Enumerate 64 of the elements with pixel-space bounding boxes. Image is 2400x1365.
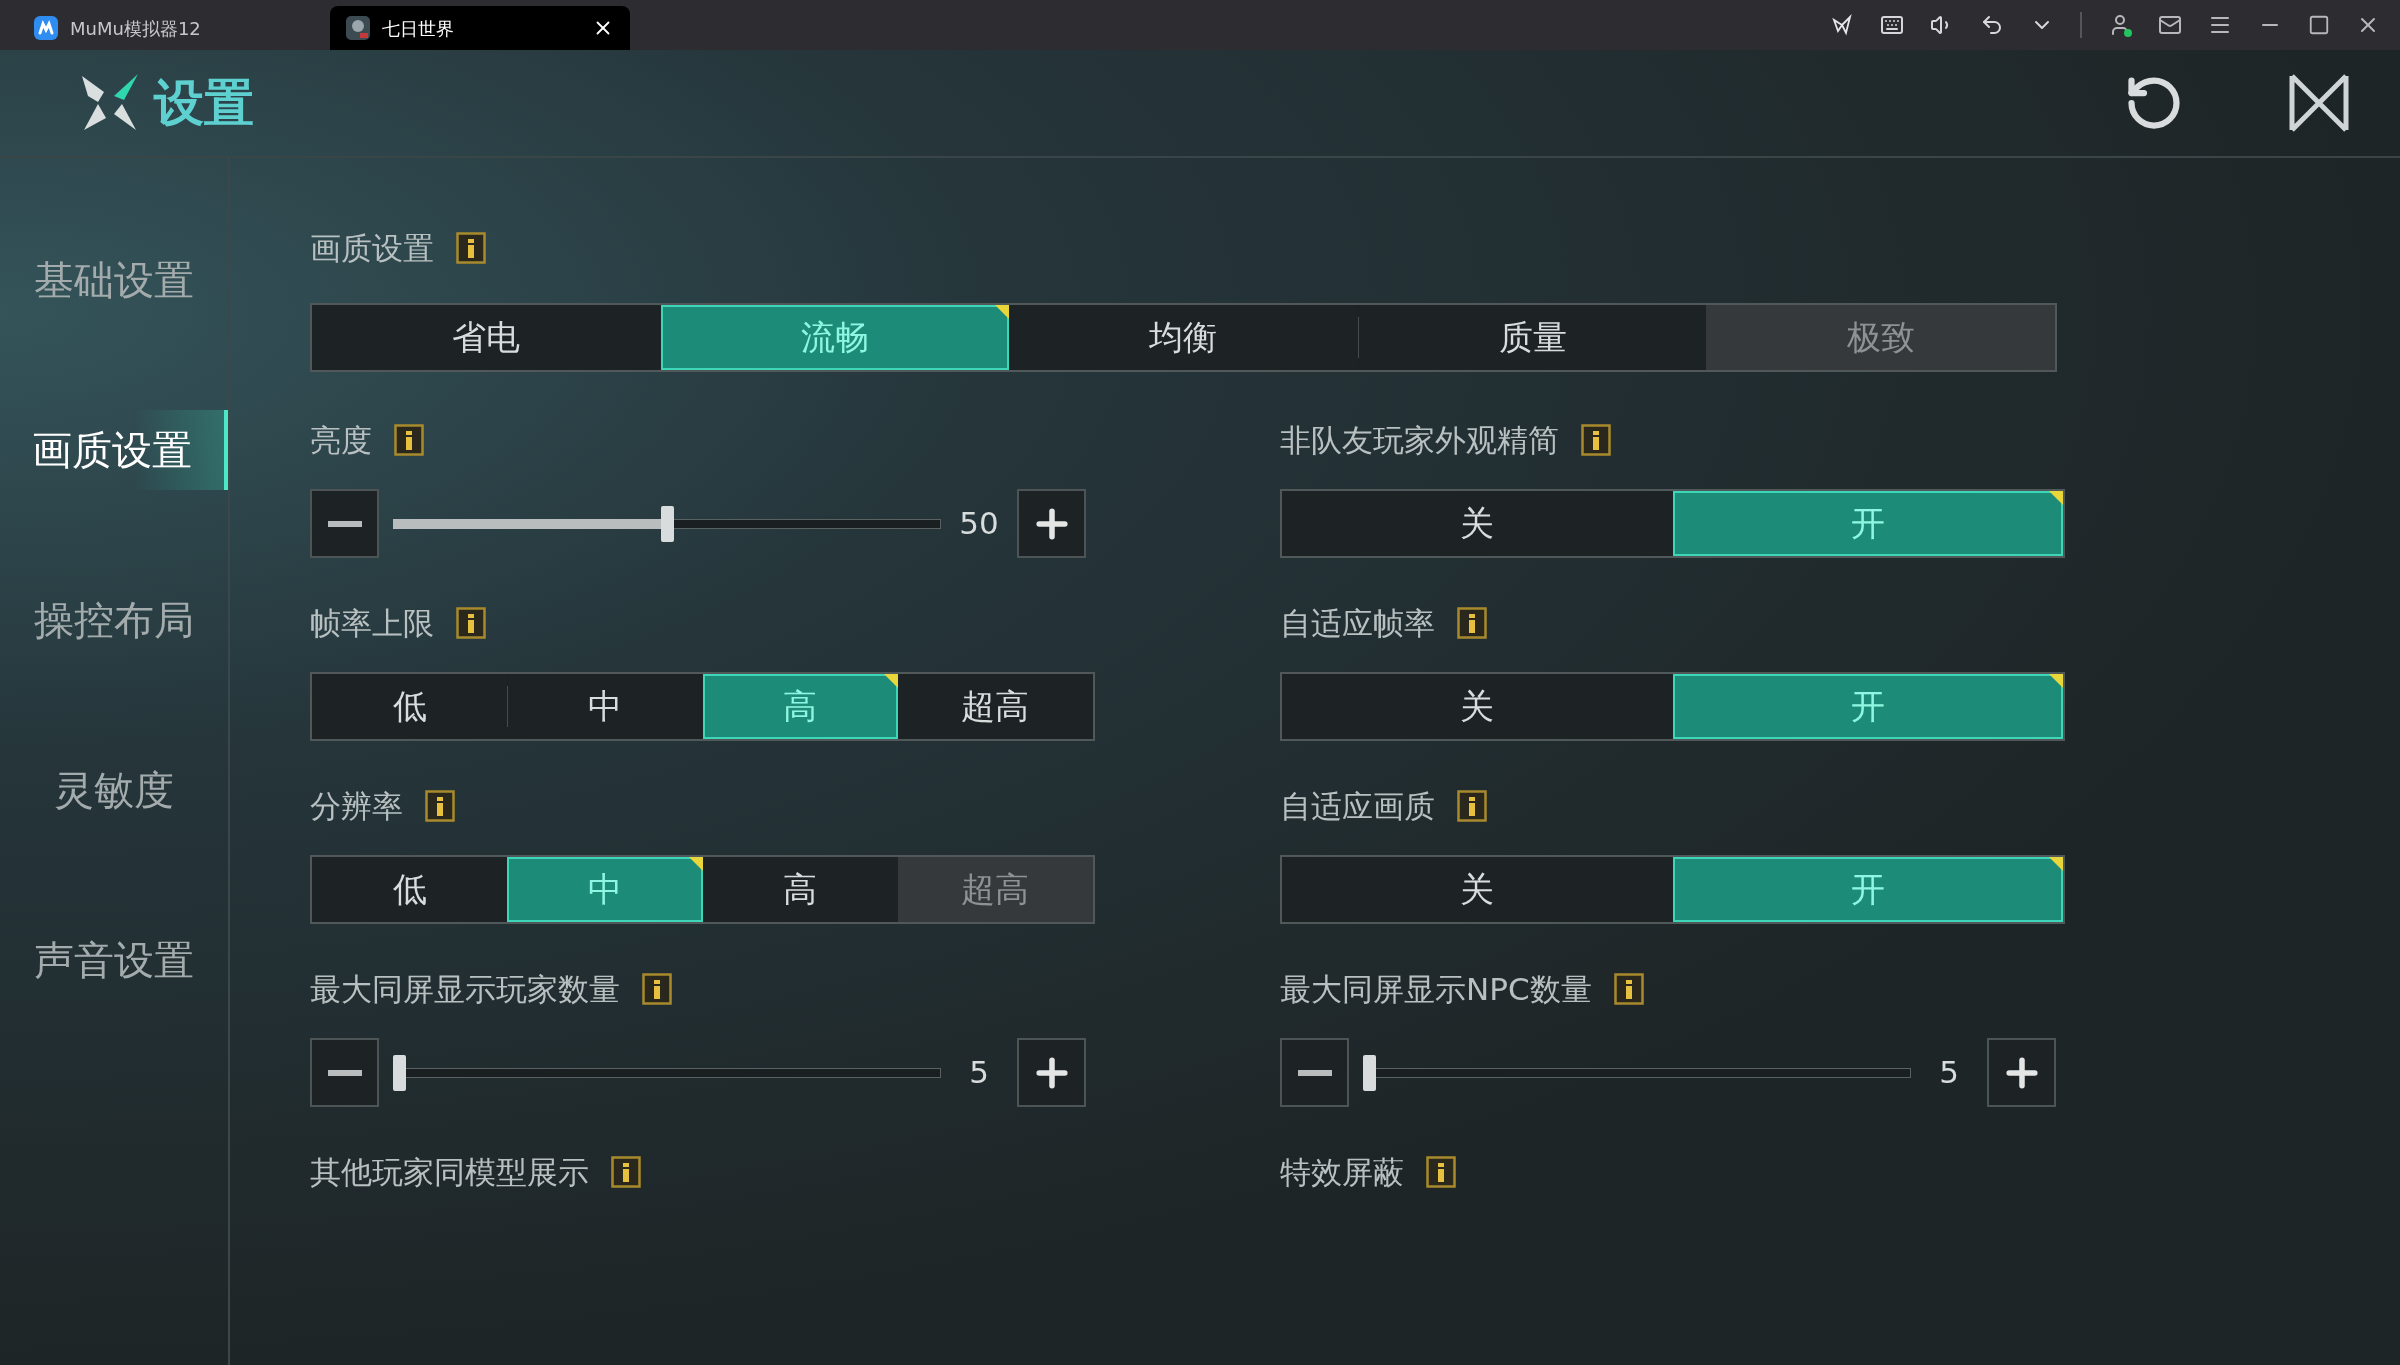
sidebar-item[interactable]: 灵敏度 <box>0 750 228 830</box>
window-tab[interactable]: 七日世界 <box>330 6 630 50</box>
setting-label: 自适应帧率 <box>1280 603 1435 643</box>
decrease-button[interactable] <box>310 1038 379 1107</box>
minus-icon <box>327 520 362 527</box>
setting-label: 最大同屏显示玩家数量 <box>310 969 620 1009</box>
undo-icon[interactable] <box>1980 13 2004 37</box>
maximize-icon[interactable] <box>2308 14 2330 36</box>
tab-title: 七日世界 <box>382 16 455 41</box>
info-icon[interactable] <box>1457 790 1487 822</box>
tab-title: MuMu模拟器12 <box>70 16 202 41</box>
slider-value: 5 <box>1938 1053 1960 1093</box>
slider-value: 5 <box>968 1053 990 1093</box>
info-icon[interactable] <box>1613 973 1644 1005</box>
setting-label: 亮度 <box>310 420 372 460</box>
slider-thumb[interactable] <box>660 505 674 542</box>
increase-button[interactable] <box>1987 1038 2056 1107</box>
minus-icon <box>327 1069 362 1076</box>
game-icon <box>346 16 370 40</box>
minus-icon <box>1297 1069 1332 1076</box>
decrease-button[interactable] <box>1280 1038 1349 1107</box>
mail-icon[interactable] <box>2158 13 2182 37</box>
window-tab[interactable]: MuMu模拟器12 <box>18 6 318 50</box>
corner-marker-icon <box>995 305 1010 319</box>
butterfly-icon[interactable] <box>1830 13 1854 37</box>
setting-label: 帧率上限 <box>310 603 434 643</box>
page-title: 设置 <box>154 72 254 134</box>
slider[interactable] <box>393 505 941 542</box>
sidebar-item[interactable]: 声音设置 <box>0 920 228 1000</box>
increase-button[interactable] <box>1017 489 1086 558</box>
setting-label: 自适应画质 <box>1280 786 1435 826</box>
corner-marker-icon <box>2049 857 2063 871</box>
slider[interactable] <box>1363 1054 1911 1091</box>
keyboard-icon[interactable] <box>1880 13 1904 37</box>
logo-icon <box>80 74 140 132</box>
setting-label: 分辨率 <box>310 786 403 826</box>
setting-label: 最大同屏显示NPC数量 <box>1280 969 1592 1009</box>
sidebar-item[interactable]: 基础设置 <box>0 240 228 320</box>
info-icon[interactable] <box>425 790 455 822</box>
close-icon[interactable] <box>2288 72 2350 134</box>
setting-label: 其他玩家同模型展示 <box>310 1152 589 1192</box>
slider-thumb[interactable] <box>393 1054 406 1091</box>
corner-marker-icon <box>883 674 898 688</box>
slider[interactable] <box>393 1054 941 1091</box>
info-icon[interactable] <box>456 232 486 264</box>
info-icon[interactable] <box>394 424 424 456</box>
setting-label: 画质设置 <box>310 228 434 268</box>
info-icon[interactable] <box>1457 607 1487 639</box>
corner-marker-icon <box>688 857 703 871</box>
slider-value: 50 <box>958 504 1000 544</box>
corner-marker-icon <box>2049 674 2063 688</box>
app-logo-icon <box>34 16 58 40</box>
setting-label: 特效屏蔽 <box>1280 1152 1404 1192</box>
info-icon[interactable] <box>611 1156 641 1188</box>
increase-button[interactable] <box>1017 1038 1086 1107</box>
slider-thumb[interactable] <box>1363 1054 1376 1091</box>
setting-label: 非队友玩家外观精简 <box>1280 420 1559 460</box>
corner-marker-icon <box>2049 491 2063 505</box>
info-icon[interactable] <box>1581 424 1611 456</box>
info-icon[interactable] <box>456 607 486 639</box>
info-icon[interactable] <box>1426 1156 1456 1188</box>
info-icon[interactable] <box>642 973 672 1005</box>
sidebar-item[interactable]: 操控布局 <box>0 580 228 660</box>
decrease-button[interactable] <box>310 489 379 558</box>
